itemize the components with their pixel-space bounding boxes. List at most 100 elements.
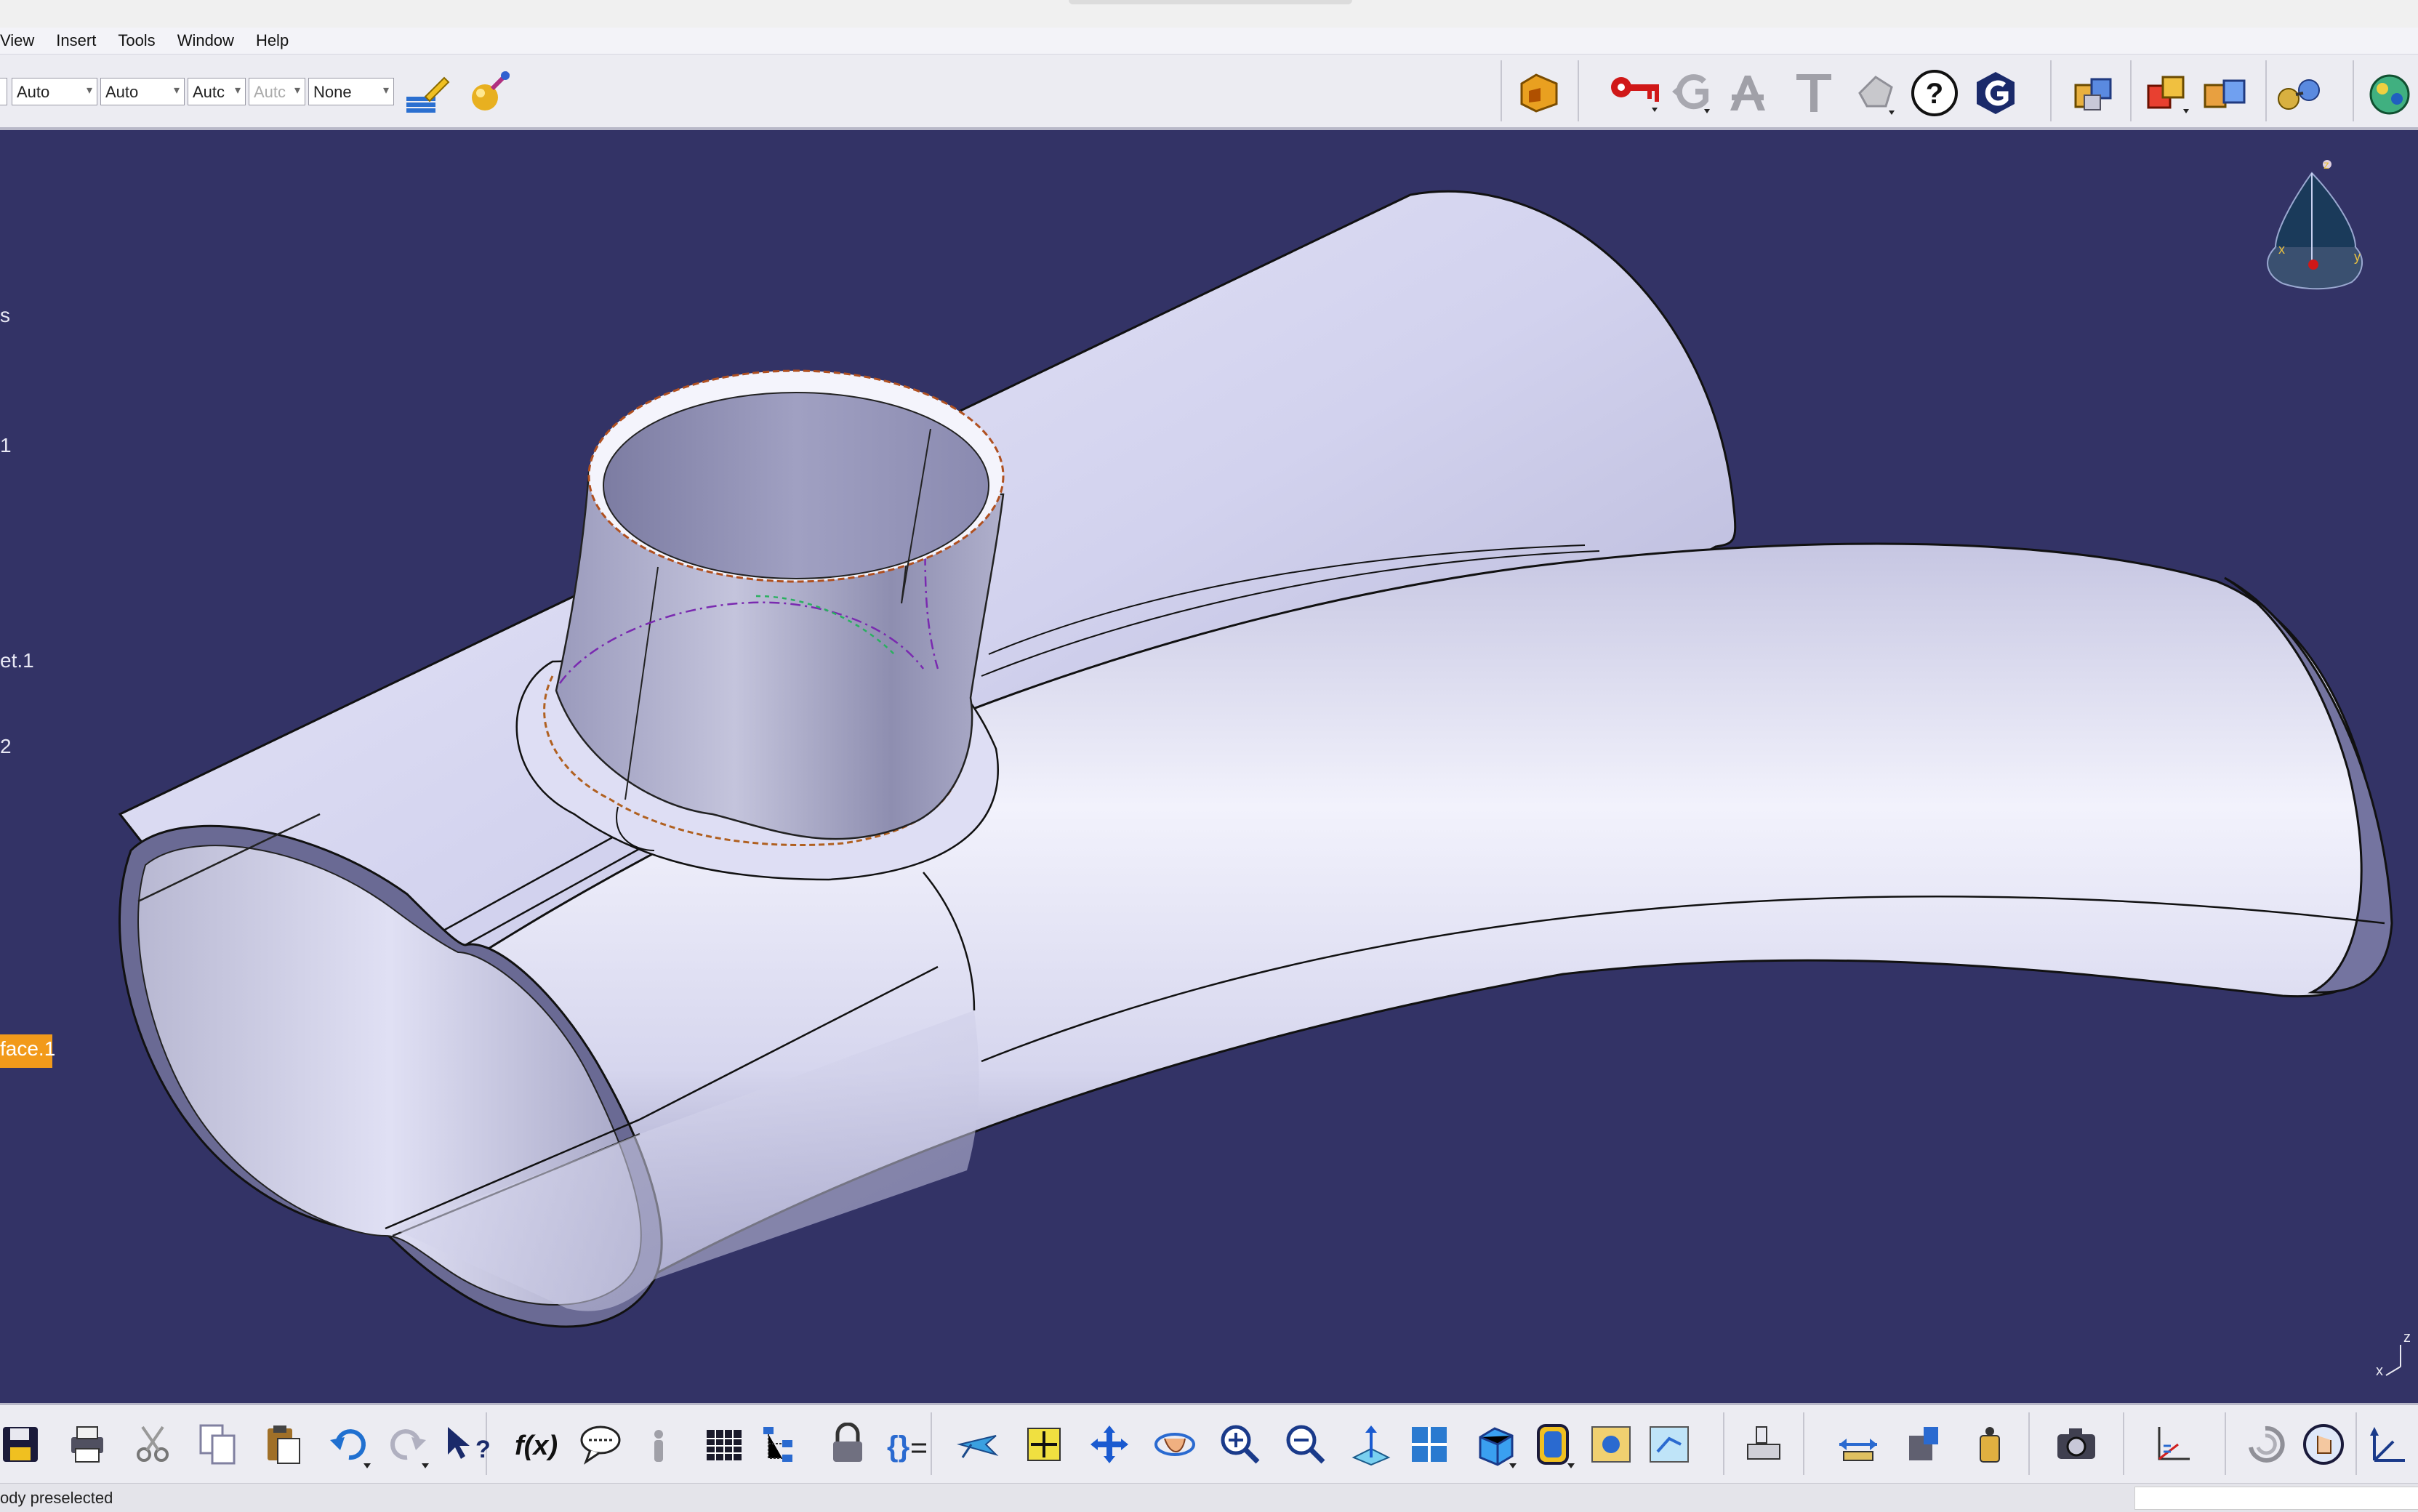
toolbar-separator [2353,60,2354,121]
combo-linetype[interactable]: Autc ▾ [249,78,305,105]
shading-icon[interactable] [1527,1420,1582,1472]
tree-item-3[interactable]: et.1 [0,649,34,672]
copy-icon[interactable] [192,1420,247,1472]
manipulate-icon[interactable] [2297,1420,2353,1472]
bracket-icon[interactable]: {} [880,1420,935,1472]
tree-item-1[interactable]: s [0,304,10,327]
toolbar-separator [2050,60,2052,121]
compass-y-label: y [2354,249,2361,264]
toolbar-separator [2123,1412,2124,1475]
menu-window[interactable]: Window [174,30,237,52]
compass-z-label: z [2323,159,2329,172]
chevron-down-icon: ▾ [294,84,300,97]
zoom-out-icon[interactable] [1280,1420,1335,1472]
chevron-down-icon: ▾ [86,84,92,97]
combo-layer[interactable]: None ▾ [308,78,394,105]
tree-item-selected[interactable]: face.1 [0,1034,55,1068]
hand-annotation-icon[interactable] [1852,71,1903,117]
key-icon[interactable] [1607,69,1665,114]
combo-layer-value: None [313,83,352,101]
spheres-icon[interactable] [2271,71,2332,116]
knowledge-g-icon[interactable] [1666,71,1717,116]
combo-color[interactable]: Auto ▾ [12,78,97,105]
fit-all-icon[interactable] [1018,1420,1073,1472]
toolbar-separator [1803,1412,1804,1475]
hide-show-icon[interactable] [1585,1420,1640,1472]
print-icon[interactable] [61,1420,116,1472]
text-t-icon[interactable] [1788,71,1839,116]
bottom-toolbar: ? f(x) {} [0,1403,2418,1485]
normal-view-icon[interactable] [1345,1420,1400,1472]
power-input-field[interactable] [2134,1487,2418,1510]
rotate-icon[interactable] [1149,1420,1204,1472]
quick-select-icon[interactable] [1738,1420,1793,1472]
menu-insert[interactable]: Insert [53,30,99,52]
geometry-g-icon[interactable] [1970,68,2021,118]
zoom-in-icon[interactable] [1214,1420,1269,1472]
tree-item-4[interactable]: 2 [0,735,12,758]
combo-linetype-value: Autc [254,83,286,101]
ruler-small-icon[interactable] [632,1420,688,1472]
paste-icon[interactable] [257,1420,313,1472]
formula-icon[interactable]: f(x) [509,1420,564,1472]
combo-transparency[interactable]: Auto ▾ [100,78,185,105]
paint-brush-icon[interactable] [401,71,452,117]
part-geometry[interactable]: x y z z x [0,130,2418,1403]
menu-help[interactable]: Help [253,30,292,52]
compass-x-label: x [2278,242,2285,257]
axis-triad: z x [2376,1330,2411,1379]
assembly-icon[interactable] [2065,69,2120,117]
toolbar-separator [1723,1412,1724,1475]
iso-view-icon[interactable] [1469,1420,1524,1472]
table-icon[interactable] [698,1420,753,1472]
comment-icon[interactable] [574,1420,630,1472]
publish-icon[interactable] [1514,68,1565,117]
swap-space-icon[interactable] [1643,1420,1698,1472]
toolbar-separator [1578,60,1579,121]
toolbar-separator [1501,60,1502,121]
multi-view-icon[interactable] [1403,1420,1458,1472]
chevron-down-icon: ▾ [234,84,241,97]
axis-system-icon[interactable] [2145,1420,2200,1472]
annotation-a-icon[interactable] [1722,71,1772,116]
combo-edge[interactable] [0,78,7,105]
pan-icon[interactable] [1083,1420,1138,1472]
capture-icon[interactable] [2050,1420,2105,1472]
toolbar-separator [2130,60,2132,121]
compass-widget: x y z [2267,159,2363,290]
whats-this-icon[interactable]: ? [439,1420,494,1472]
fly-mode-icon[interactable] [952,1420,1008,1472]
compass-icon[interactable] [2363,1420,2418,1472]
save-icon[interactable] [0,1420,51,1472]
redo-icon[interactable] [381,1420,436,1472]
cut-icon[interactable] [126,1420,182,1472]
3d-viewport[interactable]: x y z z x s 1 et.1 2 face.1 [0,130,2418,1403]
graphic-properties-toolbar: Auto ▾ Auto ▾ Autc ▾ Autc ▾ None ▾ ? [0,55,2418,130]
triad-z-label: z [2403,1330,2411,1346]
toolbar-separator [2225,1412,2226,1475]
svg-text:?: ? [1926,78,1943,110]
triad-x-label: x [2376,1363,2383,1379]
lock-icon[interactable] [822,1420,877,1472]
tree-item-2[interactable]: 1 [0,434,12,457]
menu-tools[interactable]: Tools [115,30,158,52]
assembly-parts-icon[interactable] [2197,69,2252,117]
undo-icon[interactable] [323,1420,378,1472]
chevron-down-icon: ▾ [173,84,180,97]
combo-linewidth-value: Autc [193,83,225,101]
catalog-globe-icon[interactable] [2363,69,2418,120]
status-text: ody preselected [0,1489,113,1507]
measure-between-icon[interactable] [1832,1420,1887,1472]
svg-text:{}: {} [887,1431,909,1463]
status-bar: ody preselected [0,1483,2418,1512]
assembly-explode-icon[interactable] [2140,69,2196,117]
measure-inertia-icon[interactable] [1963,1420,2018,1472]
combo-linewidth[interactable]: Autc ▾ [188,78,246,105]
tree-icon[interactable] [756,1420,811,1472]
cycle-icon[interactable] [2239,1420,2294,1472]
menu-view[interactable]: View [0,30,37,52]
window-top-strip [0,0,2418,28]
help-icon[interactable]: ? [1909,68,1960,118]
measure-item-icon[interactable] [1897,1420,1953,1472]
apply-material-icon[interactable] [465,68,516,116]
